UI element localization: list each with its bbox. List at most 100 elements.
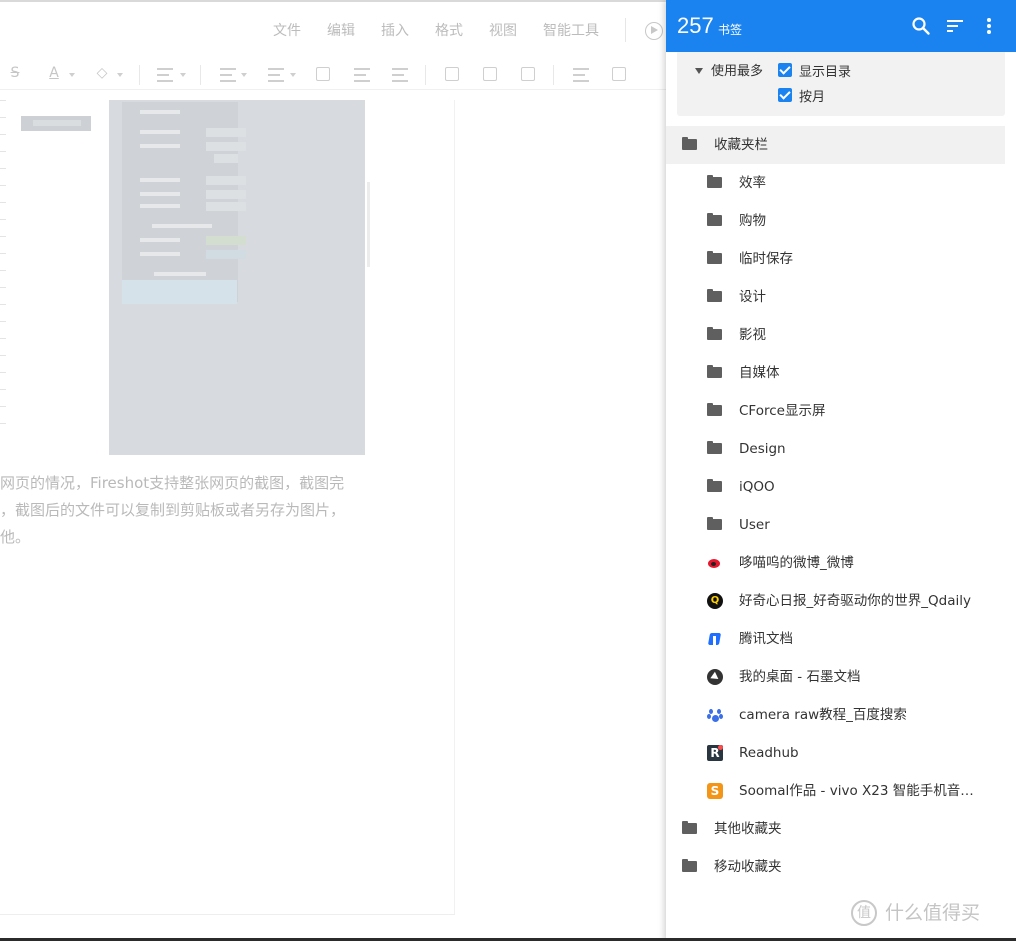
item-label: 购物 — [739, 213, 766, 229]
chevron-down-icon[interactable] — [69, 73, 75, 77]
search-icon[interactable] — [910, 15, 932, 37]
top-divider — [0, 0, 666, 2]
comment-icon[interactable] — [521, 67, 535, 81]
more-vert-icon[interactable] — [978, 15, 1000, 37]
folder-other-favorites[interactable]: 其他收藏夹 — [666, 810, 1005, 848]
thumbnail-button[interactable] — [21, 116, 91, 131]
folder-design[interactable]: Design — [666, 430, 1005, 468]
numbered-list-icon[interactable] — [268, 68, 284, 82]
folder-film[interactable]: 影视 — [666, 316, 1005, 354]
show-folders-checkbox[interactable] — [778, 63, 792, 77]
most-used-toggle[interactable]: 使用最多 — [711, 64, 763, 80]
chevron-down-icon[interactable] — [241, 73, 247, 77]
play-icon[interactable] — [645, 22, 663, 40]
folder-temp-save[interactable]: 临时保存 — [666, 240, 1005, 278]
toolbar-divider — [139, 65, 140, 85]
document-editor-background: 文件 编辑 插入 格式 视图 智能工具 S A ◇ 网页的情况，Fireshot… — [0, 0, 666, 941]
folder-icon — [707, 365, 722, 378]
item-label: CForce显示屏 — [739, 403, 826, 419]
folder-mobile-favorites[interactable]: 移动收藏夹 — [666, 848, 1005, 886]
show-folders-label: 显示目录 — [799, 65, 852, 80]
folder-icon — [707, 213, 722, 226]
editor-toolbar: S A ◇ — [0, 60, 666, 90]
menu-view[interactable]: 视图 — [489, 20, 517, 40]
bookmark-readhub[interactable]: R Readhub — [666, 734, 1005, 772]
align-icon[interactable] — [157, 68, 173, 82]
item-label: camera raw教程_百度搜索 — [739, 707, 907, 723]
find-icon[interactable] — [573, 68, 589, 82]
folder-icon — [682, 137, 697, 150]
item-label: 我的桌面 - 石墨文档 — [739, 669, 861, 685]
item-label: User — [739, 517, 770, 533]
item-label: iQOO — [739, 479, 775, 495]
folder-icon — [707, 289, 722, 302]
image-icon[interactable] — [445, 67, 459, 81]
body-line: 他。 — [0, 528, 31, 546]
tencent-docs-icon — [707, 631, 723, 647]
weibo-icon — [707, 555, 723, 571]
item-label: Readhub — [739, 745, 799, 761]
folder-iqoo[interactable]: iQOO — [666, 468, 1005, 506]
item-label: 设计 — [739, 289, 766, 305]
bookmark-weibo[interactable]: 哆喵呜的微博_微博 — [666, 544, 1005, 582]
format-painter-icon[interactable] — [612, 67, 626, 81]
chevron-down-icon[interactable] — [117, 73, 123, 77]
item-label: 收藏夹栏 — [714, 137, 768, 153]
item-label: 自媒体 — [739, 365, 780, 381]
font-color-icon[interactable]: A — [45, 64, 63, 82]
by-month-checkbox[interactable] — [778, 88, 792, 102]
bookmark-qdaily[interactable]: Q 好奇心日报_好奇驱动你的世界_Qdaily — [666, 582, 1005, 620]
folder-icon — [707, 479, 722, 492]
chevron-down-icon[interactable] — [180, 73, 186, 77]
caret-down-icon[interactable] — [695, 68, 703, 74]
document-body-text: 网页的情况，Fireshot支持整张网页的截图，截图完 ，截图后的文件可以复制到… — [0, 470, 380, 551]
image-scrollbar[interactable] — [367, 182, 370, 267]
left-ruler — [0, 100, 8, 460]
folder-self-media[interactable]: 自媒体 — [666, 354, 1005, 392]
baidu-icon — [707, 707, 723, 723]
folder-efficiency[interactable]: 效率 — [666, 164, 1005, 202]
soomal-icon: S — [707, 783, 723, 799]
strikethrough-icon[interactable]: S — [6, 64, 24, 82]
folder-favorites-bar[interactable]: 收藏夹栏 — [666, 126, 1005, 164]
menu-file[interactable]: 文件 — [273, 20, 301, 40]
screenshot-highlight-box — [122, 280, 237, 304]
bookmark-baidu-search[interactable]: camera raw教程_百度搜索 — [666, 696, 1005, 734]
page-bottom-edge — [0, 914, 455, 915]
folder-cforce-display[interactable]: CForce显示屏 — [666, 392, 1005, 430]
item-label: 其他收藏夹 — [714, 821, 782, 837]
menu-edit[interactable]: 编辑 — [327, 20, 355, 40]
folder-icon — [707, 175, 722, 188]
outdent-icon[interactable] — [354, 68, 370, 82]
folder-icon — [707, 441, 722, 454]
folder-icon — [707, 327, 722, 340]
folder-icon — [707, 251, 722, 264]
folder-user[interactable]: User — [666, 506, 1005, 544]
toolbar-divider — [200, 65, 201, 85]
menu-insert[interactable]: 插入 — [381, 20, 409, 40]
toolbar-divider — [553, 65, 554, 85]
sort-icon[interactable] — [944, 15, 966, 37]
table-icon[interactable] — [483, 67, 497, 81]
menu-divider — [625, 18, 626, 42]
chevron-down-icon[interactable] — [290, 73, 296, 77]
menu-format[interactable]: 格式 — [435, 20, 463, 40]
bookmark-soomal[interactable]: S Soomal作品 - vivo X23 智能手机音质... — [666, 772, 1005, 810]
item-label: 移动收藏夹 — [714, 859, 782, 875]
indent-icon[interactable] — [392, 68, 408, 82]
folder-design-cn[interactable]: 设计 — [666, 278, 1005, 316]
editor-menubar: 文件 编辑 插入 格式 视图 智能工具 — [0, 14, 666, 46]
folder-shopping[interactable]: 购物 — [666, 202, 1005, 240]
page-edge — [454, 100, 455, 915]
folder-icon — [682, 859, 697, 872]
bullet-list-icon[interactable] — [220, 68, 236, 82]
bookmark-shimo[interactable]: 我的桌面 - 石墨文档 — [666, 658, 1005, 696]
body-line: ，截图后的文件可以复制到剪贴板或者另存为图片， — [0, 501, 346, 519]
toolbar-divider — [425, 65, 426, 85]
menu-smart-tools[interactable]: 智能工具 — [543, 20, 599, 40]
highlight-icon[interactable]: ◇ — [93, 64, 111, 82]
checklist-icon[interactable] — [316, 67, 330, 81]
bookmark-tencent-docs[interactable]: 腾讯文档 — [666, 620, 1005, 658]
item-label: 腾讯文档 — [739, 631, 793, 647]
body-line: 网页的情况，Fireshot支持整张网页的截图，截图完 — [0, 474, 345, 492]
